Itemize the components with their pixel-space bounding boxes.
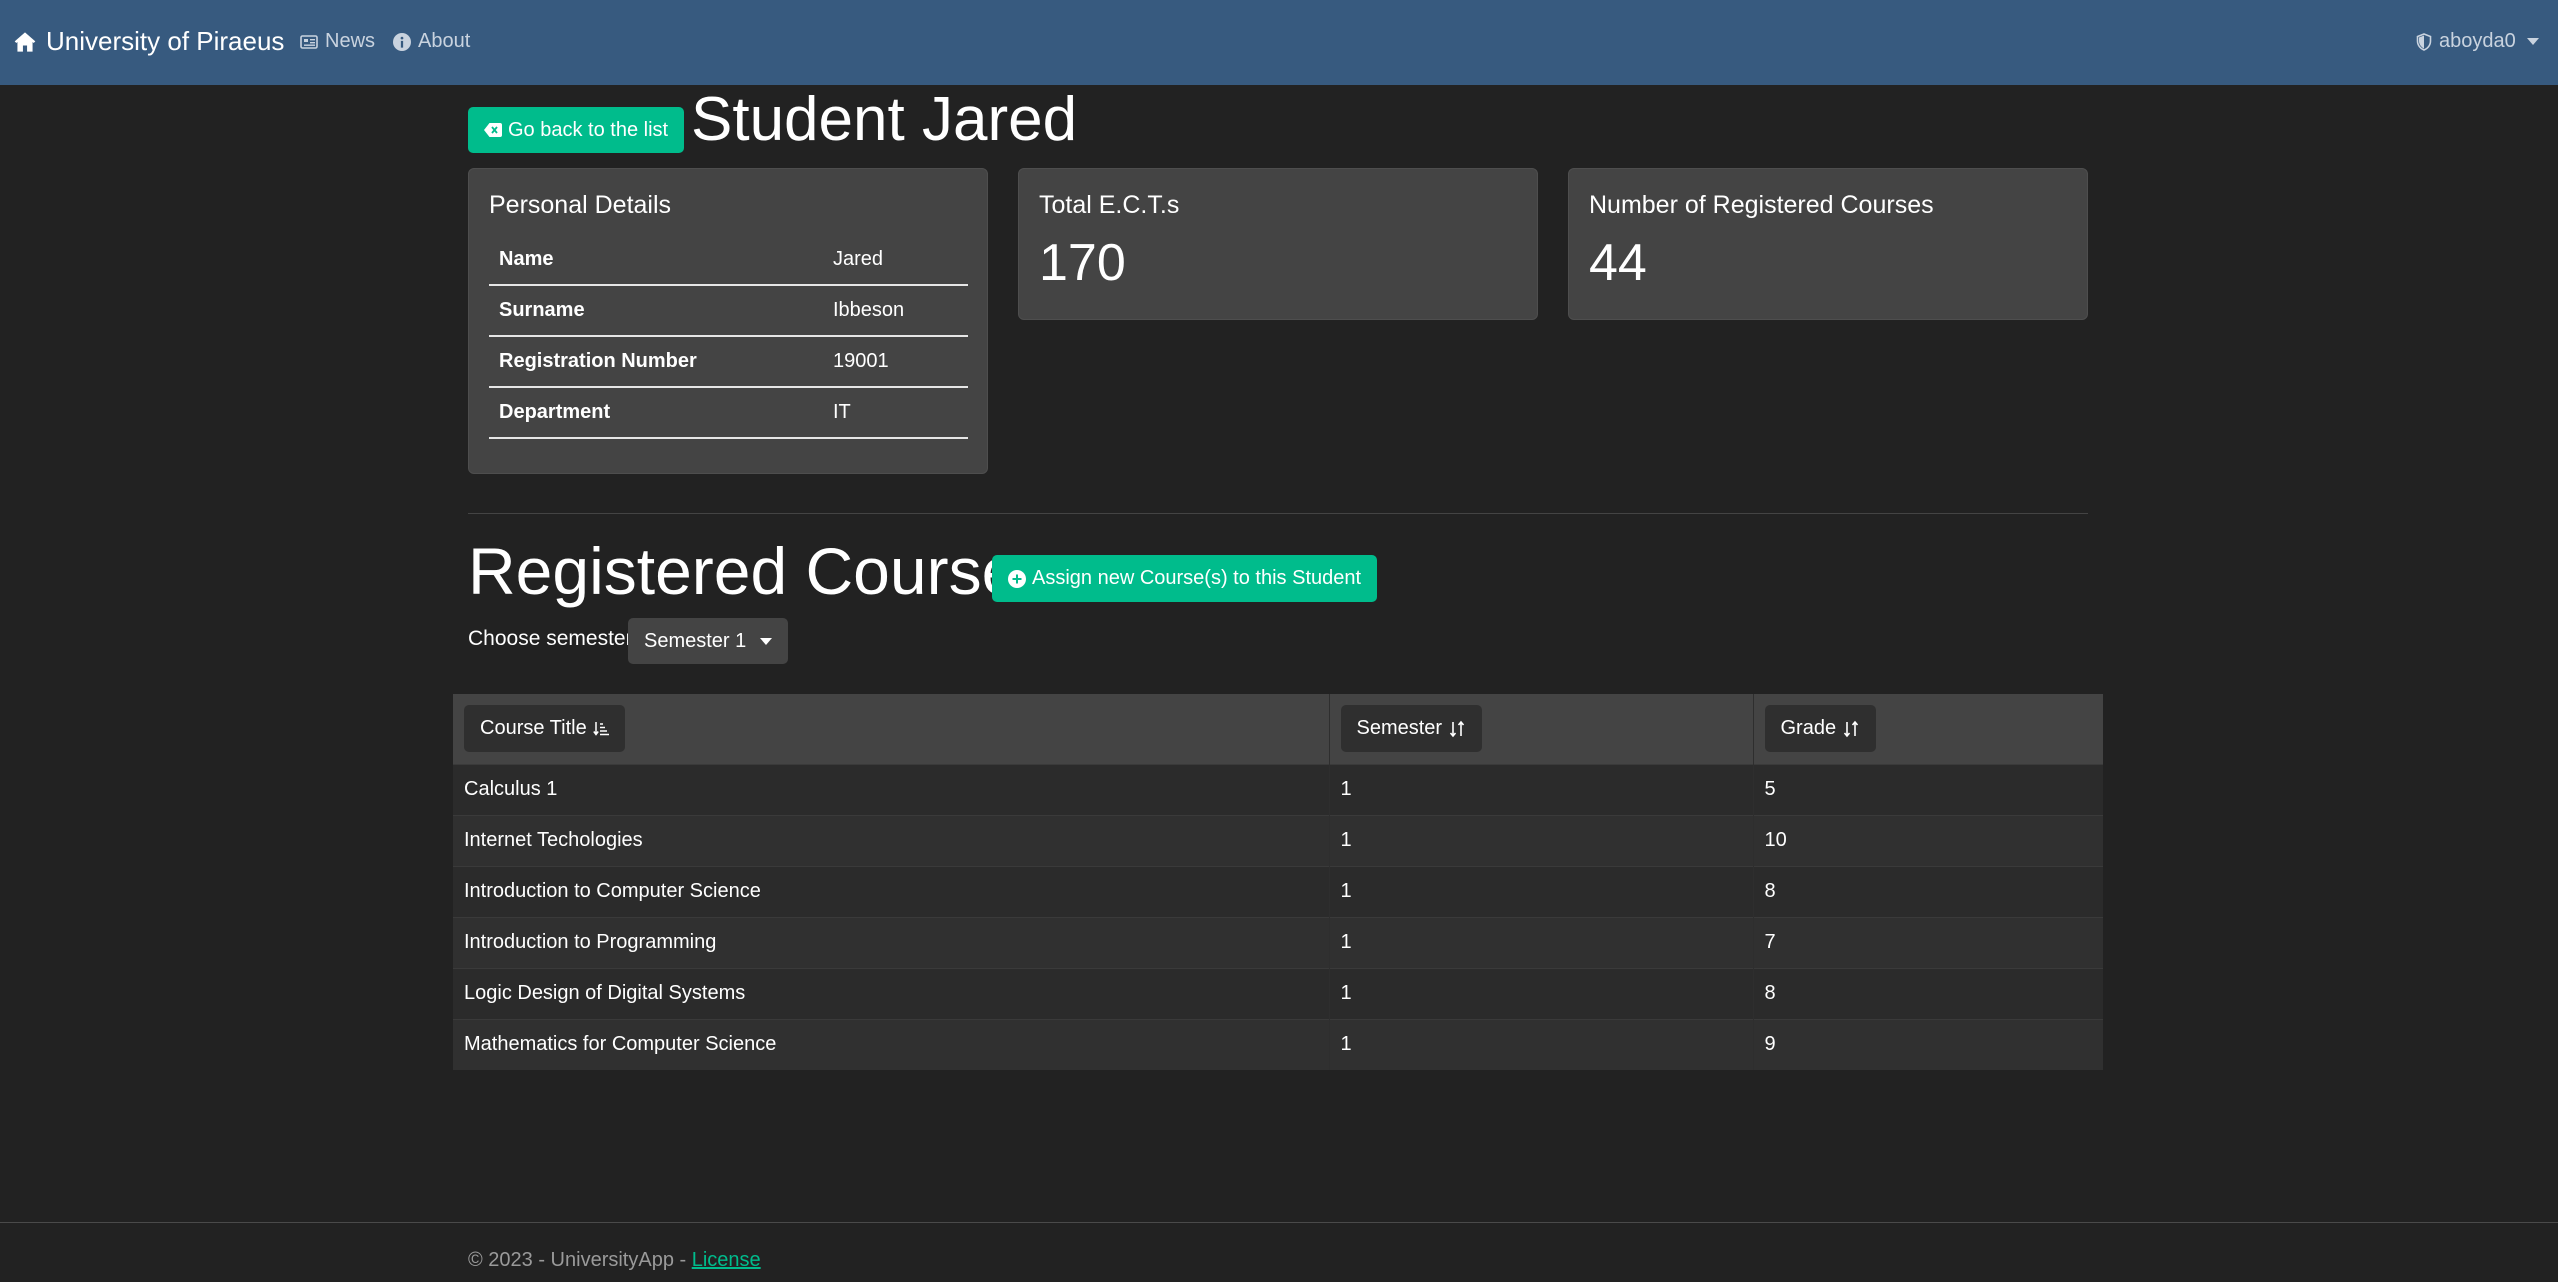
- navbar: University of Piraeus News About aboyda0: [0, 0, 2558, 85]
- sort-alpha-icon: [592, 721, 609, 737]
- nav-news-label: News: [325, 30, 376, 52]
- detail-value: Ibbeson: [823, 285, 968, 337]
- sort-icon: [1448, 720, 1466, 738]
- semester-cell: 1: [1328, 916, 1753, 968]
- semester-dropdown[interactable]: Semester 1: [628, 618, 789, 664]
- semester-cell: 1: [1328, 763, 1753, 815]
- semester-cell: 1: [1328, 814, 1753, 866]
- home-icon: [14, 31, 36, 53]
- sort-semester-label: Semester: [1356, 717, 1443, 740]
- personal-details-table: Name Jared Surname Ibbeson Registration …: [489, 234, 968, 439]
- registered-courses-title: Registered Courses: [468, 534, 1052, 608]
- semester-selected: Semester 1: [644, 629, 747, 652]
- backspace-icon: [484, 123, 502, 137]
- grade-cell: 5: [1752, 763, 2103, 815]
- course-title-cell: Introduction to Computer Science: [453, 865, 1329, 917]
- grade-cell: 7: [1752, 916, 2103, 968]
- shield-icon: [2416, 32, 2432, 51]
- registered-courses-count-card: Number of Registered Courses 44: [1568, 168, 2088, 320]
- assign-course-button[interactable]: Assign new Course(s) to this Student: [992, 555, 1378, 602]
- grade-cell: 10: [1752, 814, 2103, 866]
- newspaper-icon: [300, 34, 318, 50]
- course-title-cell: Introduction to Programming: [453, 916, 1329, 968]
- detail-row: Department IT: [489, 387, 968, 439]
- grade-cell: 8: [1752, 865, 2103, 917]
- sort-semester-button[interactable]: Semester: [1340, 705, 1483, 753]
- nav-news[interactable]: News: [300, 30, 375, 53]
- grade-cell: 9: [1752, 1018, 2103, 1070]
- assign-course-label: Assign new Course(s) to this Student: [1032, 567, 1362, 589]
- grade-cell: 8: [1752, 967, 2103, 1019]
- detail-key: Department: [489, 387, 823, 439]
- semester-cell: 1: [1328, 967, 1753, 1019]
- footer-divider: [0, 1222, 2558, 1223]
- table-row: Introduction to Computer Science 1 8: [453, 865, 2103, 917]
- table-row: Calculus 1 1 5: [453, 763, 2103, 815]
- table-row: Introduction to Programming 1 7: [453, 916, 2103, 968]
- column-course-title: Course Title: [453, 694, 1329, 764]
- brand-link[interactable]: University of Piraeus: [14, 26, 284, 57]
- detail-value: Jared: [823, 234, 968, 286]
- brand-name: University of Piraeus: [46, 26, 285, 56]
- sort-icon: [1842, 720, 1860, 738]
- column-grade: Grade: [1752, 694, 2103, 764]
- registered-courses-count-value: 44: [1589, 234, 1647, 292]
- semester-cell: 1: [1328, 865, 1753, 917]
- sort-grade-button[interactable]: Grade: [1764, 705, 1877, 753]
- personal-details-card: Personal Details Name Jared Surname Ibbe…: [468, 168, 988, 474]
- chevron-down-icon: [2526, 38, 2539, 45]
- detail-value: 19001: [823, 336, 968, 388]
- footer-text: © 2023 - UniversityApp -: [468, 1249, 692, 1271]
- license-link[interactable]: License: [692, 1249, 761, 1271]
- nav-about[interactable]: About: [393, 30, 470, 53]
- course-title-cell: Mathematics for Computer Science: [453, 1018, 1329, 1070]
- table-row: Logic Design of Digital Systems 1 8: [453, 967, 2103, 1019]
- nav-about-label: About: [418, 30, 471, 52]
- column-semester: Semester: [1328, 694, 1753, 764]
- detail-row: Name Jared: [489, 234, 968, 286]
- total-ects-card: Total E.C.T.s 170: [1018, 168, 1538, 320]
- plus-circle-icon: [1008, 569, 1026, 588]
- detail-value: IT: [823, 387, 968, 439]
- table-row: Internet Techologies 1 10: [453, 814, 2103, 866]
- chevron-down-icon: [760, 637, 773, 645]
- info-icon: [393, 32, 411, 51]
- total-ects-title: Total E.C.T.s: [1039, 191, 1180, 219]
- sort-course-title-label: Course Title: [480, 717, 587, 740]
- footer: © 2023 - UniversityApp - License: [468, 1249, 761, 1272]
- total-ects-value: 170: [1039, 234, 1126, 292]
- detail-row: Surname Ibbeson: [489, 285, 968, 337]
- detail-key: Surname: [489, 285, 823, 337]
- personal-details-title: Personal Details: [489, 191, 672, 219]
- courses-table: Course Title Semester Grade Calculus 1 1…: [453, 694, 2103, 1070]
- user-name: aboyda0: [2439, 30, 2516, 52]
- choose-semester-label: Choose semester:: [468, 627, 639, 650]
- registered-courses-count-title: Number of Registered Courses: [1589, 191, 1934, 219]
- section-divider: [468, 513, 2088, 514]
- courses-header-row: Course Title Semester Grade: [453, 694, 2103, 764]
- table-row: Mathematics for Computer Science 1 9: [453, 1018, 2103, 1070]
- sort-grade-label: Grade: [1780, 717, 1837, 740]
- course-title-cell: Logic Design of Digital Systems: [453, 967, 1329, 1019]
- back-to-list-label: Go back to the list: [508, 118, 669, 141]
- sort-course-title-button[interactable]: Course Title: [464, 705, 625, 753]
- detail-key: Registration Number: [489, 336, 823, 388]
- semester-cell: 1: [1328, 1018, 1753, 1070]
- course-title-cell: Calculus 1: [453, 763, 1329, 815]
- course-title-cell: Internet Techologies: [453, 814, 1329, 866]
- user-menu-toggle[interactable]: aboyda0: [2416, 30, 2539, 53]
- back-to-list-button[interactable]: Go back to the list: [468, 107, 685, 153]
- detail-key: Name: [489, 234, 823, 286]
- detail-row: Registration Number 19001: [489, 336, 968, 388]
- page-title: Student Jared: [691, 85, 1078, 154]
